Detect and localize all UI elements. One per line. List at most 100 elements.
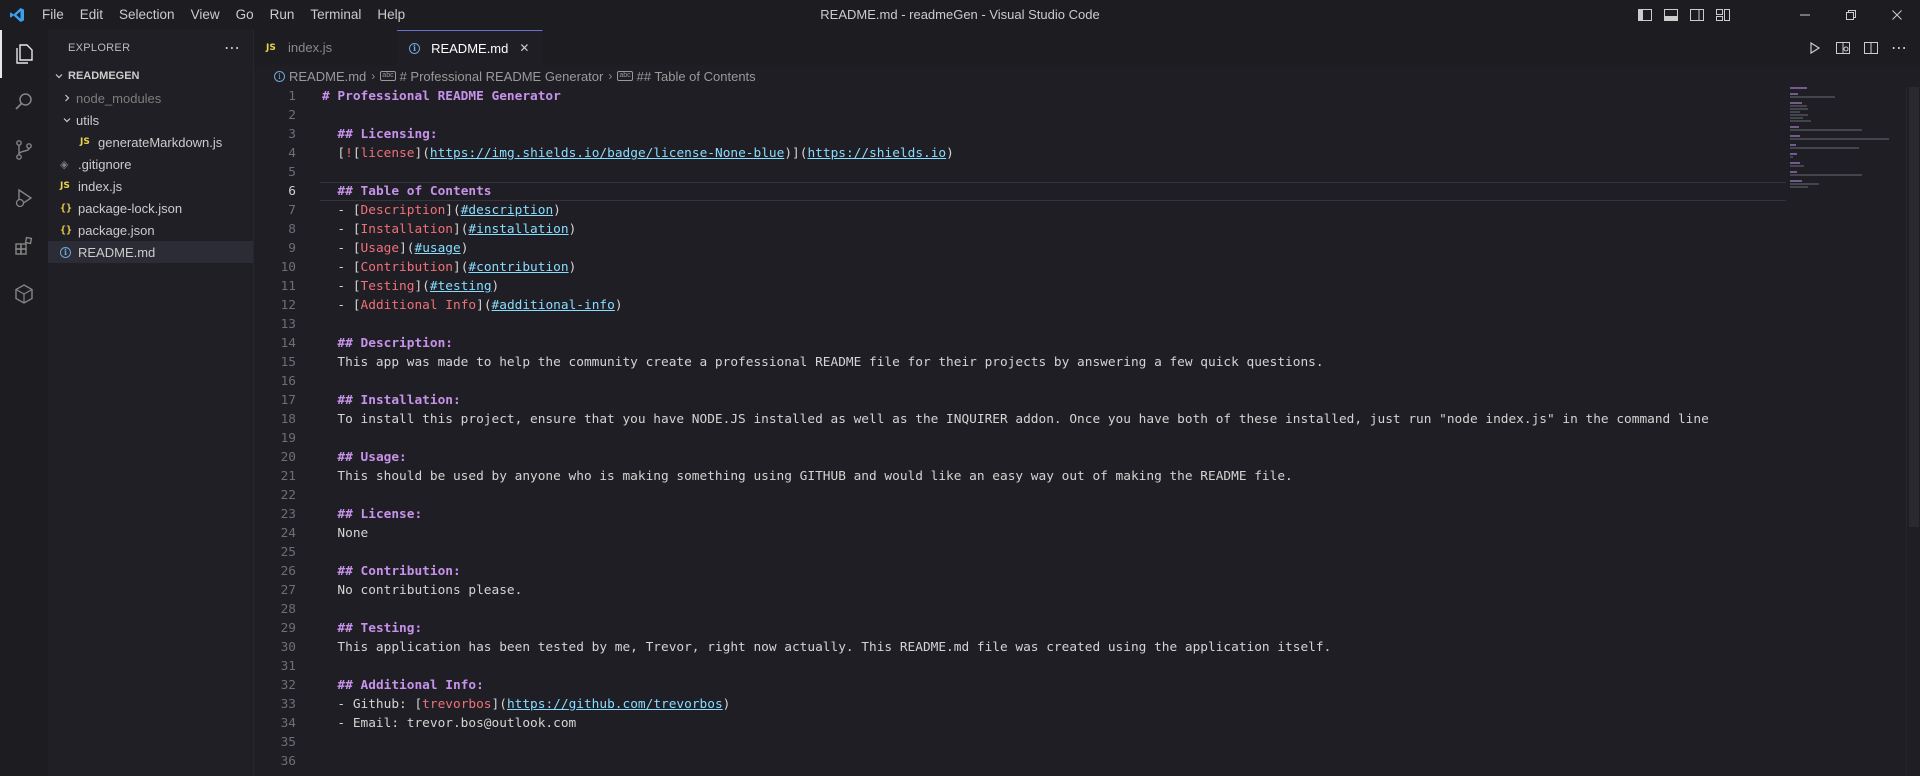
menu-terminal[interactable]: Terminal [302, 0, 369, 30]
menu-help[interactable]: Help [369, 0, 413, 30]
menu-edit[interactable]: Edit [72, 0, 111, 30]
code-line[interactable]: 26 ## Contribution: [254, 562, 1786, 581]
more-actions-icon[interactable]: ⋯ [224, 38, 241, 58]
link-url[interactable]: #testing [430, 279, 492, 294]
split-editor-icon[interactable] [1860, 37, 1882, 59]
tree-file[interactable]: {} package.json [48, 219, 253, 241]
code-line[interactable]: 10 - [Contribution](#contribution) [254, 258, 1786, 277]
link-url[interactable]: #usage [414, 241, 460, 256]
close-window-icon[interactable] [1874, 0, 1920, 30]
code-line[interactable]: 22 [254, 486, 1786, 505]
menu-file[interactable]: File [34, 0, 72, 30]
code-line[interactable]: 5 [254, 163, 1786, 182]
code-line[interactable]: 34 - Email: trevor.bos@outlook.com [254, 714, 1786, 733]
code-lines[interactable]: 1 # Professional README Generator 2 3 ## Li… [254, 87, 1786, 771]
code-line[interactable]: 13 [254, 315, 1786, 334]
line-number: 14 [280, 336, 296, 351]
link-url[interactable]: #additional-info [492, 298, 615, 313]
code-line[interactable]: 24 None [254, 524, 1786, 543]
code-text: ) [553, 203, 561, 218]
tree-file[interactable]: JS index.js [48, 175, 253, 197]
vertical-scrollbar[interactable] [1906, 87, 1920, 776]
editor-tab[interactable]: i README.md ✕ [397, 30, 544, 65]
link-url[interactable]: https://img.shields.io/badge/license-Non… [430, 146, 784, 161]
code-line[interactable]: 12 - [Additional Info](#additional-info) [254, 296, 1786, 315]
code-line[interactable]: 27 No contributions please. [254, 581, 1786, 600]
chevron-right-icon: › [371, 69, 376, 83]
code-line[interactable]: 14 ## Description: [254, 334, 1786, 353]
link-url[interactable]: https://github.com/trevorbos [507, 697, 723, 712]
workspace-folder[interactable]: READMEGEN [48, 65, 253, 87]
code-line[interactable]: 18 To install this project, ensure that … [254, 410, 1786, 429]
code-line[interactable]: 16 [254, 372, 1786, 391]
link-url[interactable]: #installation [468, 222, 568, 237]
close-icon[interactable]: ✕ [516, 40, 532, 56]
tab-label: README.md [431, 40, 509, 56]
code-line[interactable]: 3 ## Licensing: [254, 125, 1786, 144]
code-line[interactable]: 33 - Github: [trevorbos](https://github.… [254, 695, 1786, 714]
code-line[interactable]: 30 This application has been tested by m… [254, 638, 1786, 657]
explorer-icon[interactable] [0, 30, 48, 78]
minimize-icon[interactable] [1782, 0, 1828, 30]
minimap[interactable] [1786, 87, 1906, 776]
tree-file[interactable]: i README.md [48, 241, 253, 263]
toggle-secondary-sidebar-icon[interactable] [1686, 4, 1708, 26]
code-line[interactable]: 15 This app was made to help the communi… [254, 353, 1786, 372]
code-line[interactable]: 6 ## Table of Contents [254, 182, 1786, 201]
code-line[interactable]: 32 ## Additional Info: [254, 676, 1786, 695]
link-text: Description [360, 203, 446, 218]
code-line[interactable]: 4 [![license](https://img.shields.io/bad… [254, 144, 1786, 163]
code-line[interactable]: 23 ## License: [254, 505, 1786, 524]
code-line[interactable]: 17 ## Installation: [254, 391, 1786, 410]
scrollbar-thumb[interactable] [1909, 87, 1919, 527]
code-line[interactable]: 36 [254, 752, 1786, 771]
code-text: ]( [399, 241, 415, 256]
tree-file[interactable]: ◈ .gitignore [48, 153, 253, 175]
code-line[interactable]: 9 - [Usage](#usage) [254, 239, 1786, 258]
breadcrumb-heading-2[interactable]: abc ## Table of Contents [617, 69, 756, 84]
code-line[interactable]: 1 # Professional README Generator [254, 87, 1786, 106]
code-line[interactable]: 31 [254, 657, 1786, 676]
code-editor[interactable]: 1 # Professional README Generator 2 3 ## Li… [254, 87, 1786, 776]
tree-folder[interactable]: utils [48, 109, 253, 131]
menu-selection[interactable]: Selection [111, 0, 183, 30]
code-line[interactable]: 2 [254, 106, 1786, 125]
editor-tab[interactable]: JS index.js [254, 30, 398, 65]
toggle-primary-sidebar-icon[interactable] [1634, 4, 1656, 26]
search-icon[interactable] [0, 78, 48, 126]
remote-explorer-icon[interactable] [0, 270, 48, 318]
vscode-logo-icon[interactable] [0, 0, 34, 30]
run-debug-icon[interactable] [0, 174, 48, 222]
menu-run[interactable]: Run [262, 0, 303, 30]
code-line[interactable]: 29 ## Testing: [254, 619, 1786, 638]
link-url[interactable]: #contribution [468, 260, 568, 275]
code-line[interactable]: 20 ## Usage: [254, 448, 1786, 467]
code-line[interactable]: 21 This should be used by anyone who is … [254, 467, 1786, 486]
extensions-icon[interactable] [0, 222, 48, 270]
more-editor-actions-icon[interactable]: ⋯ [1888, 37, 1910, 59]
source-control-icon[interactable] [0, 126, 48, 174]
code-line[interactable]: 19 [254, 429, 1786, 448]
code-line[interactable]: 28 [254, 600, 1786, 619]
toggle-panel-icon[interactable] [1660, 4, 1682, 26]
tree-file[interactable]: {} package-lock.json [48, 197, 253, 219]
tree-folder[interactable]: node_modules [48, 87, 253, 109]
code-line[interactable]: 7 - [Description](#description) [254, 201, 1786, 220]
menu-view[interactable]: View [183, 0, 228, 30]
link-url[interactable]: #description [461, 203, 553, 218]
open-preview-to-side-icon[interactable] [1832, 37, 1854, 59]
breadcrumb-file[interactable]: i README.md [274, 69, 366, 84]
code-line[interactable]: 11 - [Testing](#testing) [254, 277, 1786, 296]
line-number: 26 [280, 564, 296, 579]
code-line[interactable]: 35 [254, 733, 1786, 752]
code-line[interactable]: 25 [254, 543, 1786, 562]
menu-go[interactable]: Go [228, 0, 262, 30]
restore-icon[interactable] [1828, 0, 1874, 30]
code-line[interactable]: 8 - [Installation](#installation) [254, 220, 1786, 239]
breadcrumb-heading-1[interactable]: abc # Professional README Generator [380, 69, 603, 84]
tree-file[interactable]: JS generateMarkdown.js [48, 131, 253, 153]
run-icon[interactable] [1804, 37, 1826, 59]
link-url[interactable]: https://shields.io [807, 146, 946, 161]
customize-layout-icon[interactable] [1712, 4, 1734, 26]
